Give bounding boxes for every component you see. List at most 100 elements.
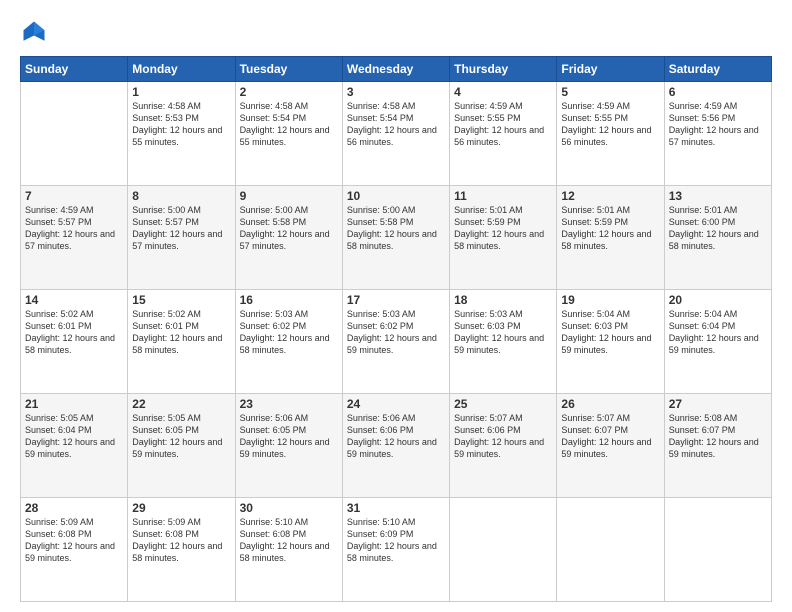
- day-number: 10: [347, 189, 445, 203]
- day-number: 9: [240, 189, 338, 203]
- logo: [20, 18, 52, 46]
- weekday-header: Friday: [557, 57, 664, 82]
- weekday-header: Thursday: [450, 57, 557, 82]
- calendar-week-row: 14 Sunrise: 5:02 AMSunset: 6:01 PMDaylig…: [21, 290, 772, 394]
- day-info: Sunrise: 5:03 AMSunset: 6:02 PMDaylight:…: [240, 308, 338, 357]
- calendar-week-row: 21 Sunrise: 5:05 AMSunset: 6:04 PMDaylig…: [21, 394, 772, 498]
- day-number: 2: [240, 85, 338, 99]
- day-number: 18: [454, 293, 552, 307]
- day-info: Sunrise: 5:01 AMSunset: 6:00 PMDaylight:…: [669, 204, 767, 253]
- calendar-cell: 29 Sunrise: 5:09 AMSunset: 6:08 PMDaylig…: [128, 498, 235, 602]
- day-info: Sunrise: 5:04 AMSunset: 6:03 PMDaylight:…: [561, 308, 659, 357]
- weekday-header: Monday: [128, 57, 235, 82]
- day-number: 12: [561, 189, 659, 203]
- calendar-cell: 9 Sunrise: 5:00 AMSunset: 5:58 PMDayligh…: [235, 186, 342, 290]
- calendar-cell: 7 Sunrise: 4:59 AMSunset: 5:57 PMDayligh…: [21, 186, 128, 290]
- day-number: 13: [669, 189, 767, 203]
- calendar-cell: 12 Sunrise: 5:01 AMSunset: 5:59 PMDaylig…: [557, 186, 664, 290]
- day-info: Sunrise: 5:02 AMSunset: 6:01 PMDaylight:…: [132, 308, 230, 357]
- calendar-cell: [450, 498, 557, 602]
- day-info: Sunrise: 4:58 AMSunset: 5:54 PMDaylight:…: [240, 100, 338, 149]
- calendar-table: SundayMondayTuesdayWednesdayThursdayFrid…: [20, 56, 772, 602]
- day-info: Sunrise: 5:07 AMSunset: 6:07 PMDaylight:…: [561, 412, 659, 461]
- day-number: 4: [454, 85, 552, 99]
- logo-icon: [20, 18, 48, 46]
- day-number: 6: [669, 85, 767, 99]
- day-number: 8: [132, 189, 230, 203]
- day-info: Sunrise: 5:03 AMSunset: 6:03 PMDaylight:…: [454, 308, 552, 357]
- day-number: 31: [347, 501, 445, 515]
- day-info: Sunrise: 4:59 AMSunset: 5:55 PMDaylight:…: [454, 100, 552, 149]
- day-info: Sunrise: 5:07 AMSunset: 6:06 PMDaylight:…: [454, 412, 552, 461]
- day-number: 25: [454, 397, 552, 411]
- weekday-header: Saturday: [664, 57, 771, 82]
- day-info: Sunrise: 5:05 AMSunset: 6:05 PMDaylight:…: [132, 412, 230, 461]
- day-info: Sunrise: 4:59 AMSunset: 5:55 PMDaylight:…: [561, 100, 659, 149]
- calendar-cell: 23 Sunrise: 5:06 AMSunset: 6:05 PMDaylig…: [235, 394, 342, 498]
- calendar-cell: 28 Sunrise: 5:09 AMSunset: 6:08 PMDaylig…: [21, 498, 128, 602]
- calendar-cell: 11 Sunrise: 5:01 AMSunset: 5:59 PMDaylig…: [450, 186, 557, 290]
- calendar-cell: 8 Sunrise: 5:00 AMSunset: 5:57 PMDayligh…: [128, 186, 235, 290]
- calendar-cell: 2 Sunrise: 4:58 AMSunset: 5:54 PMDayligh…: [235, 82, 342, 186]
- day-info: Sunrise: 5:00 AMSunset: 5:58 PMDaylight:…: [240, 204, 338, 253]
- day-info: Sunrise: 5:06 AMSunset: 6:06 PMDaylight:…: [347, 412, 445, 461]
- weekday-header: Sunday: [21, 57, 128, 82]
- calendar-week-row: 1 Sunrise: 4:58 AMSunset: 5:53 PMDayligh…: [21, 82, 772, 186]
- day-info: Sunrise: 5:09 AMSunset: 6:08 PMDaylight:…: [132, 516, 230, 565]
- calendar-cell: 14 Sunrise: 5:02 AMSunset: 6:01 PMDaylig…: [21, 290, 128, 394]
- calendar-cell: 15 Sunrise: 5:02 AMSunset: 6:01 PMDaylig…: [128, 290, 235, 394]
- day-number: 28: [25, 501, 123, 515]
- day-info: Sunrise: 5:04 AMSunset: 6:04 PMDaylight:…: [669, 308, 767, 357]
- calendar-cell: 5 Sunrise: 4:59 AMSunset: 5:55 PMDayligh…: [557, 82, 664, 186]
- day-info: Sunrise: 5:08 AMSunset: 6:07 PMDaylight:…: [669, 412, 767, 461]
- day-number: 23: [240, 397, 338, 411]
- day-info: Sunrise: 5:05 AMSunset: 6:04 PMDaylight:…: [25, 412, 123, 461]
- day-info: Sunrise: 4:59 AMSunset: 5:56 PMDaylight:…: [669, 100, 767, 149]
- day-number: 15: [132, 293, 230, 307]
- calendar-cell: 4 Sunrise: 4:59 AMSunset: 5:55 PMDayligh…: [450, 82, 557, 186]
- calendar-cell: 25 Sunrise: 5:07 AMSunset: 6:06 PMDaylig…: [450, 394, 557, 498]
- calendar-cell: 24 Sunrise: 5:06 AMSunset: 6:06 PMDaylig…: [342, 394, 449, 498]
- day-number: 3: [347, 85, 445, 99]
- calendar-cell: 20 Sunrise: 5:04 AMSunset: 6:04 PMDaylig…: [664, 290, 771, 394]
- day-info: Sunrise: 5:01 AMSunset: 5:59 PMDaylight:…: [454, 204, 552, 253]
- weekday-header: Tuesday: [235, 57, 342, 82]
- weekday-header: Wednesday: [342, 57, 449, 82]
- day-number: 5: [561, 85, 659, 99]
- day-number: 17: [347, 293, 445, 307]
- day-info: Sunrise: 5:10 AMSunset: 6:08 PMDaylight:…: [240, 516, 338, 565]
- calendar-cell: 3 Sunrise: 4:58 AMSunset: 5:54 PMDayligh…: [342, 82, 449, 186]
- calendar-cell: [557, 498, 664, 602]
- day-number: 22: [132, 397, 230, 411]
- day-info: Sunrise: 5:00 AMSunset: 5:57 PMDaylight:…: [132, 204, 230, 253]
- day-info: Sunrise: 5:10 AMSunset: 6:09 PMDaylight:…: [347, 516, 445, 565]
- day-info: Sunrise: 4:58 AMSunset: 5:53 PMDaylight:…: [132, 100, 230, 149]
- calendar-cell: 6 Sunrise: 4:59 AMSunset: 5:56 PMDayligh…: [664, 82, 771, 186]
- header: [20, 18, 772, 46]
- calendar-cell: 31 Sunrise: 5:10 AMSunset: 6:09 PMDaylig…: [342, 498, 449, 602]
- calendar-cell: 17 Sunrise: 5:03 AMSunset: 6:02 PMDaylig…: [342, 290, 449, 394]
- calendar-cell: 13 Sunrise: 5:01 AMSunset: 6:00 PMDaylig…: [664, 186, 771, 290]
- day-number: 30: [240, 501, 338, 515]
- calendar-cell: 1 Sunrise: 4:58 AMSunset: 5:53 PMDayligh…: [128, 82, 235, 186]
- day-number: 1: [132, 85, 230, 99]
- day-info: Sunrise: 4:59 AMSunset: 5:57 PMDaylight:…: [25, 204, 123, 253]
- day-number: 11: [454, 189, 552, 203]
- day-number: 24: [347, 397, 445, 411]
- day-number: 14: [25, 293, 123, 307]
- calendar-week-row: 28 Sunrise: 5:09 AMSunset: 6:08 PMDaylig…: [21, 498, 772, 602]
- day-info: Sunrise: 5:06 AMSunset: 6:05 PMDaylight:…: [240, 412, 338, 461]
- calendar-header-row: SundayMondayTuesdayWednesdayThursdayFrid…: [21, 57, 772, 82]
- day-info: Sunrise: 4:58 AMSunset: 5:54 PMDaylight:…: [347, 100, 445, 149]
- calendar-cell: 16 Sunrise: 5:03 AMSunset: 6:02 PMDaylig…: [235, 290, 342, 394]
- day-number: 20: [669, 293, 767, 307]
- day-number: 29: [132, 501, 230, 515]
- day-number: 7: [25, 189, 123, 203]
- day-info: Sunrise: 5:00 AMSunset: 5:58 PMDaylight:…: [347, 204, 445, 253]
- calendar-cell: 30 Sunrise: 5:10 AMSunset: 6:08 PMDaylig…: [235, 498, 342, 602]
- day-number: 21: [25, 397, 123, 411]
- day-number: 27: [669, 397, 767, 411]
- day-info: Sunrise: 5:02 AMSunset: 6:01 PMDaylight:…: [25, 308, 123, 357]
- day-info: Sunrise: 5:03 AMSunset: 6:02 PMDaylight:…: [347, 308, 445, 357]
- page: SundayMondayTuesdayWednesdayThursdayFrid…: [0, 0, 792, 612]
